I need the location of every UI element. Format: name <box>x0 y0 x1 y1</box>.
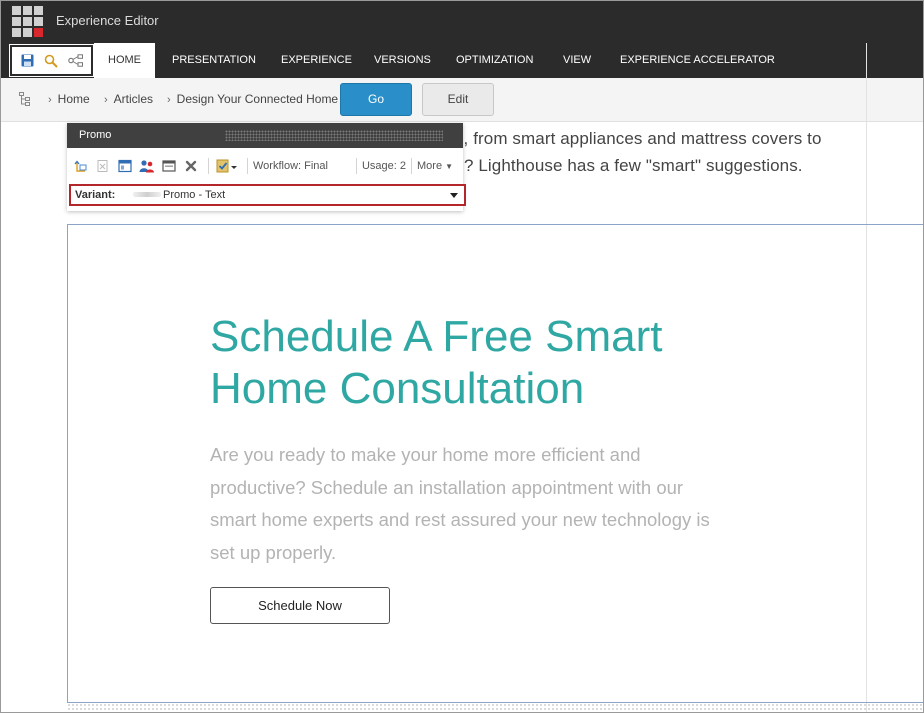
tab-optimization[interactable]: OPTIMIZATION <box>456 43 533 78</box>
associated-content-icon[interactable] <box>115 156 135 176</box>
variant-value: Promo - Text <box>163 189 226 201</box>
chevron-right-icon: › <box>48 94 52 106</box>
tab-experience[interactable]: EXPERIENCE <box>281 43 352 78</box>
toolbar-header[interactable]: Promo <box>67 123 463 148</box>
breadcrumb: › Home › Articles › Design Your Connected H… <box>1 78 923 122</box>
promo-text[interactable]: Are you ready to make your home more eff… <box>210 439 730 569</box>
section-divider <box>67 703 923 712</box>
test-component-icon[interactable] <box>159 156 179 176</box>
toolbar-title: Promo <box>79 129 112 141</box>
promo-component[interactable]: Schedule A Free Smart Home Consultation … <box>67 224 923 703</box>
app-title: Experience Editor <box>56 13 159 28</box>
share-icon[interactable] <box>67 52 85 70</box>
tab-versions[interactable]: VERSIONS <box>374 43 431 78</box>
toolbar-separator <box>411 158 413 174</box>
experience-editor-window: Experience Editor HOME PRESENTATION EXPE… <box>0 0 924 713</box>
article-text-line: e, from smart appliances and mattress co… <box>454 129 822 148</box>
workflow-approve-icon[interactable] <box>214 156 240 176</box>
caret-down-icon <box>450 193 458 198</box>
variant-select[interactable]: Variant: Promo - Text <box>69 184 466 206</box>
app-header: Experience Editor <box>1 1 923 43</box>
variant-thumbnail <box>133 192 161 197</box>
workflow-status: Workflow: Final <box>253 160 328 172</box>
tab-home[interactable]: HOME <box>94 43 155 78</box>
breadcrumb-item-articles[interactable]: › Articles <box>104 92 153 106</box>
promo-heading[interactable]: Schedule A Free Smart Home Consultation <box>210 311 770 415</box>
usage-count[interactable]: Usage: 2 <box>362 160 406 172</box>
save-icon[interactable] <box>18 52 36 70</box>
app-launcher-icon[interactable] <box>11 5 43 37</box>
toolbar-separator <box>355 158 357 174</box>
edit-datasource-icon[interactable] <box>93 156 113 176</box>
drag-handle[interactable] <box>225 130 443 141</box>
tab-experience-accelerator[interactable]: EXPERIENCE ACCELERATOR <box>620 43 775 78</box>
component-toolbar: Promo Workflow: Final Usage: 2 More ▼ Va… <box>67 123 466 211</box>
ribbon-tabs: HOME PRESENTATION EXPERIENCE VERSIONS OP… <box>1 43 923 78</box>
content-tree-icon[interactable] <box>19 92 31 111</box>
toolbar-separator <box>208 158 209 174</box>
toolbar-separator <box>247 158 248 174</box>
remove-component-icon[interactable] <box>181 156 201 176</box>
variant-label: Variant: <box>75 189 116 201</box>
quick-access-toolbar <box>9 44 94 77</box>
more-menu-button[interactable]: More ▼ <box>417 160 453 172</box>
toolbar-actions: Workflow: Final Usage: 2 More ▼ <box>71 155 453 177</box>
search-icon[interactable] <box>42 52 60 70</box>
edit-button[interactable]: Edit <box>422 83 494 116</box>
chevron-right-icon: › <box>104 94 108 106</box>
tab-view[interactable]: VIEW <box>563 43 591 78</box>
chevron-right-icon: › <box>167 94 171 106</box>
select-parent-icon[interactable] <box>71 156 91 176</box>
schedule-now-button[interactable]: Schedule Now <box>210 587 390 624</box>
breadcrumb-item-home[interactable]: › Home <box>48 92 90 106</box>
go-button[interactable]: Go <box>340 83 412 116</box>
personalize-icon[interactable] <box>137 156 157 176</box>
caret-down-icon: ▼ <box>445 162 454 171</box>
tab-presentation[interactable]: PRESENTATION <box>172 43 256 78</box>
article-text-line: ? Lighthouse has a few "smart" suggestio… <box>464 156 803 175</box>
breadcrumb-item-current[interactable]: › Design Your Connected Home <box>167 92 338 106</box>
